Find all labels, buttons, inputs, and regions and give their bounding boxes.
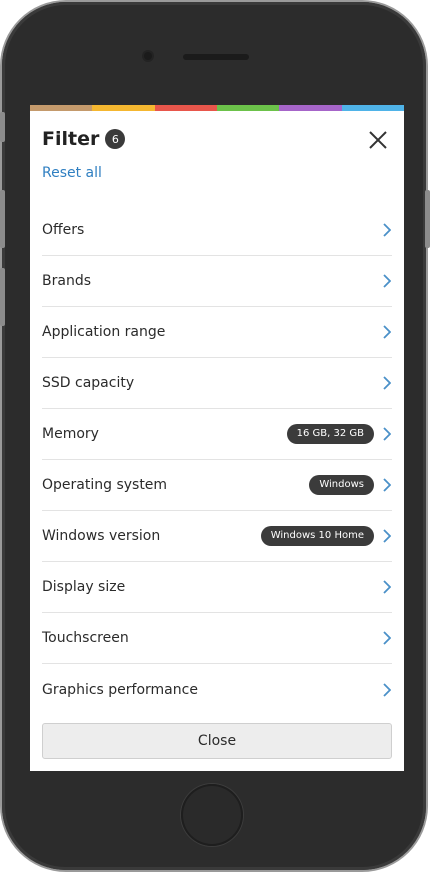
filter-row[interactable]: SSD capacity [42, 358, 392, 409]
selected-value-badge: Windows [309, 475, 374, 495]
filter-header: Filter 6 [30, 111, 404, 163]
filter-label: Graphics performance [42, 681, 198, 698]
filter-label: SSD capacity [42, 375, 135, 391]
filter-label: Display size [42, 579, 126, 595]
filter-label: Memory [42, 426, 99, 442]
chevron-right-icon [382, 273, 392, 289]
filter-row[interactable]: Memory 16 GB, 32 GB [42, 409, 392, 460]
page-title: Filter [42, 128, 100, 150]
chevron-right-icon [382, 375, 392, 391]
chevron-right-icon [382, 477, 392, 493]
chevron-right-icon [382, 324, 392, 340]
filter-row[interactable]: Offers [42, 205, 392, 256]
close-button[interactable]: Close [42, 723, 392, 759]
mute-switch[interactable] [0, 112, 5, 142]
chevron-right-icon [382, 222, 392, 238]
filter-label: Application range [42, 324, 166, 340]
filter-label: Touchscreen [42, 630, 129, 646]
filter-row[interactable]: Windows version Windows 10 Home [42, 511, 392, 562]
front-camera [144, 52, 152, 60]
filter-row[interactable]: Application range [42, 307, 392, 358]
volume-up-button[interactable] [0, 190, 5, 248]
reset-all-link[interactable]: Reset all [42, 165, 102, 181]
chevron-right-icon [382, 579, 392, 595]
filter-screen: Filter 6 Reset all Offers Brands Applicati… [30, 105, 404, 771]
filter-label: Brands [42, 273, 91, 289]
filter-count-badge: 6 [105, 129, 126, 149]
filter-row[interactable]: Operating system Windows [42, 460, 392, 511]
filter-row[interactable]: Touchscreen [42, 613, 392, 664]
selected-value-badge: 16 GB, 32 GB [286, 424, 374, 444]
earpiece-speaker [183, 54, 249, 60]
filter-row[interactable]: Brands [42, 256, 392, 307]
selected-value-badge: Windows 10 Home [260, 526, 374, 546]
chevron-right-icon [382, 528, 392, 544]
home-button[interactable] [181, 784, 243, 846]
power-button[interactable] [425, 190, 430, 248]
chevron-right-icon [382, 682, 392, 698]
filter-list: Offers Brands Application range SSD capacit… [42, 205, 392, 715]
filter-label: Offers [42, 222, 85, 238]
filter-row[interactable]: Graphics performance [42, 664, 392, 715]
phone-frame: Filter 6 Reset all Offers Brands Applicati… [2, 2, 426, 870]
filter-row[interactable]: Display size [42, 562, 392, 613]
volume-down-button[interactable] [0, 268, 5, 326]
filter-label: Windows version [42, 528, 161, 544]
chevron-right-icon [382, 630, 392, 646]
close-icon[interactable] [366, 128, 390, 152]
chevron-right-icon [382, 426, 392, 442]
filter-label: Operating system [42, 477, 168, 493]
title-group: Filter 6 [42, 128, 126, 150]
